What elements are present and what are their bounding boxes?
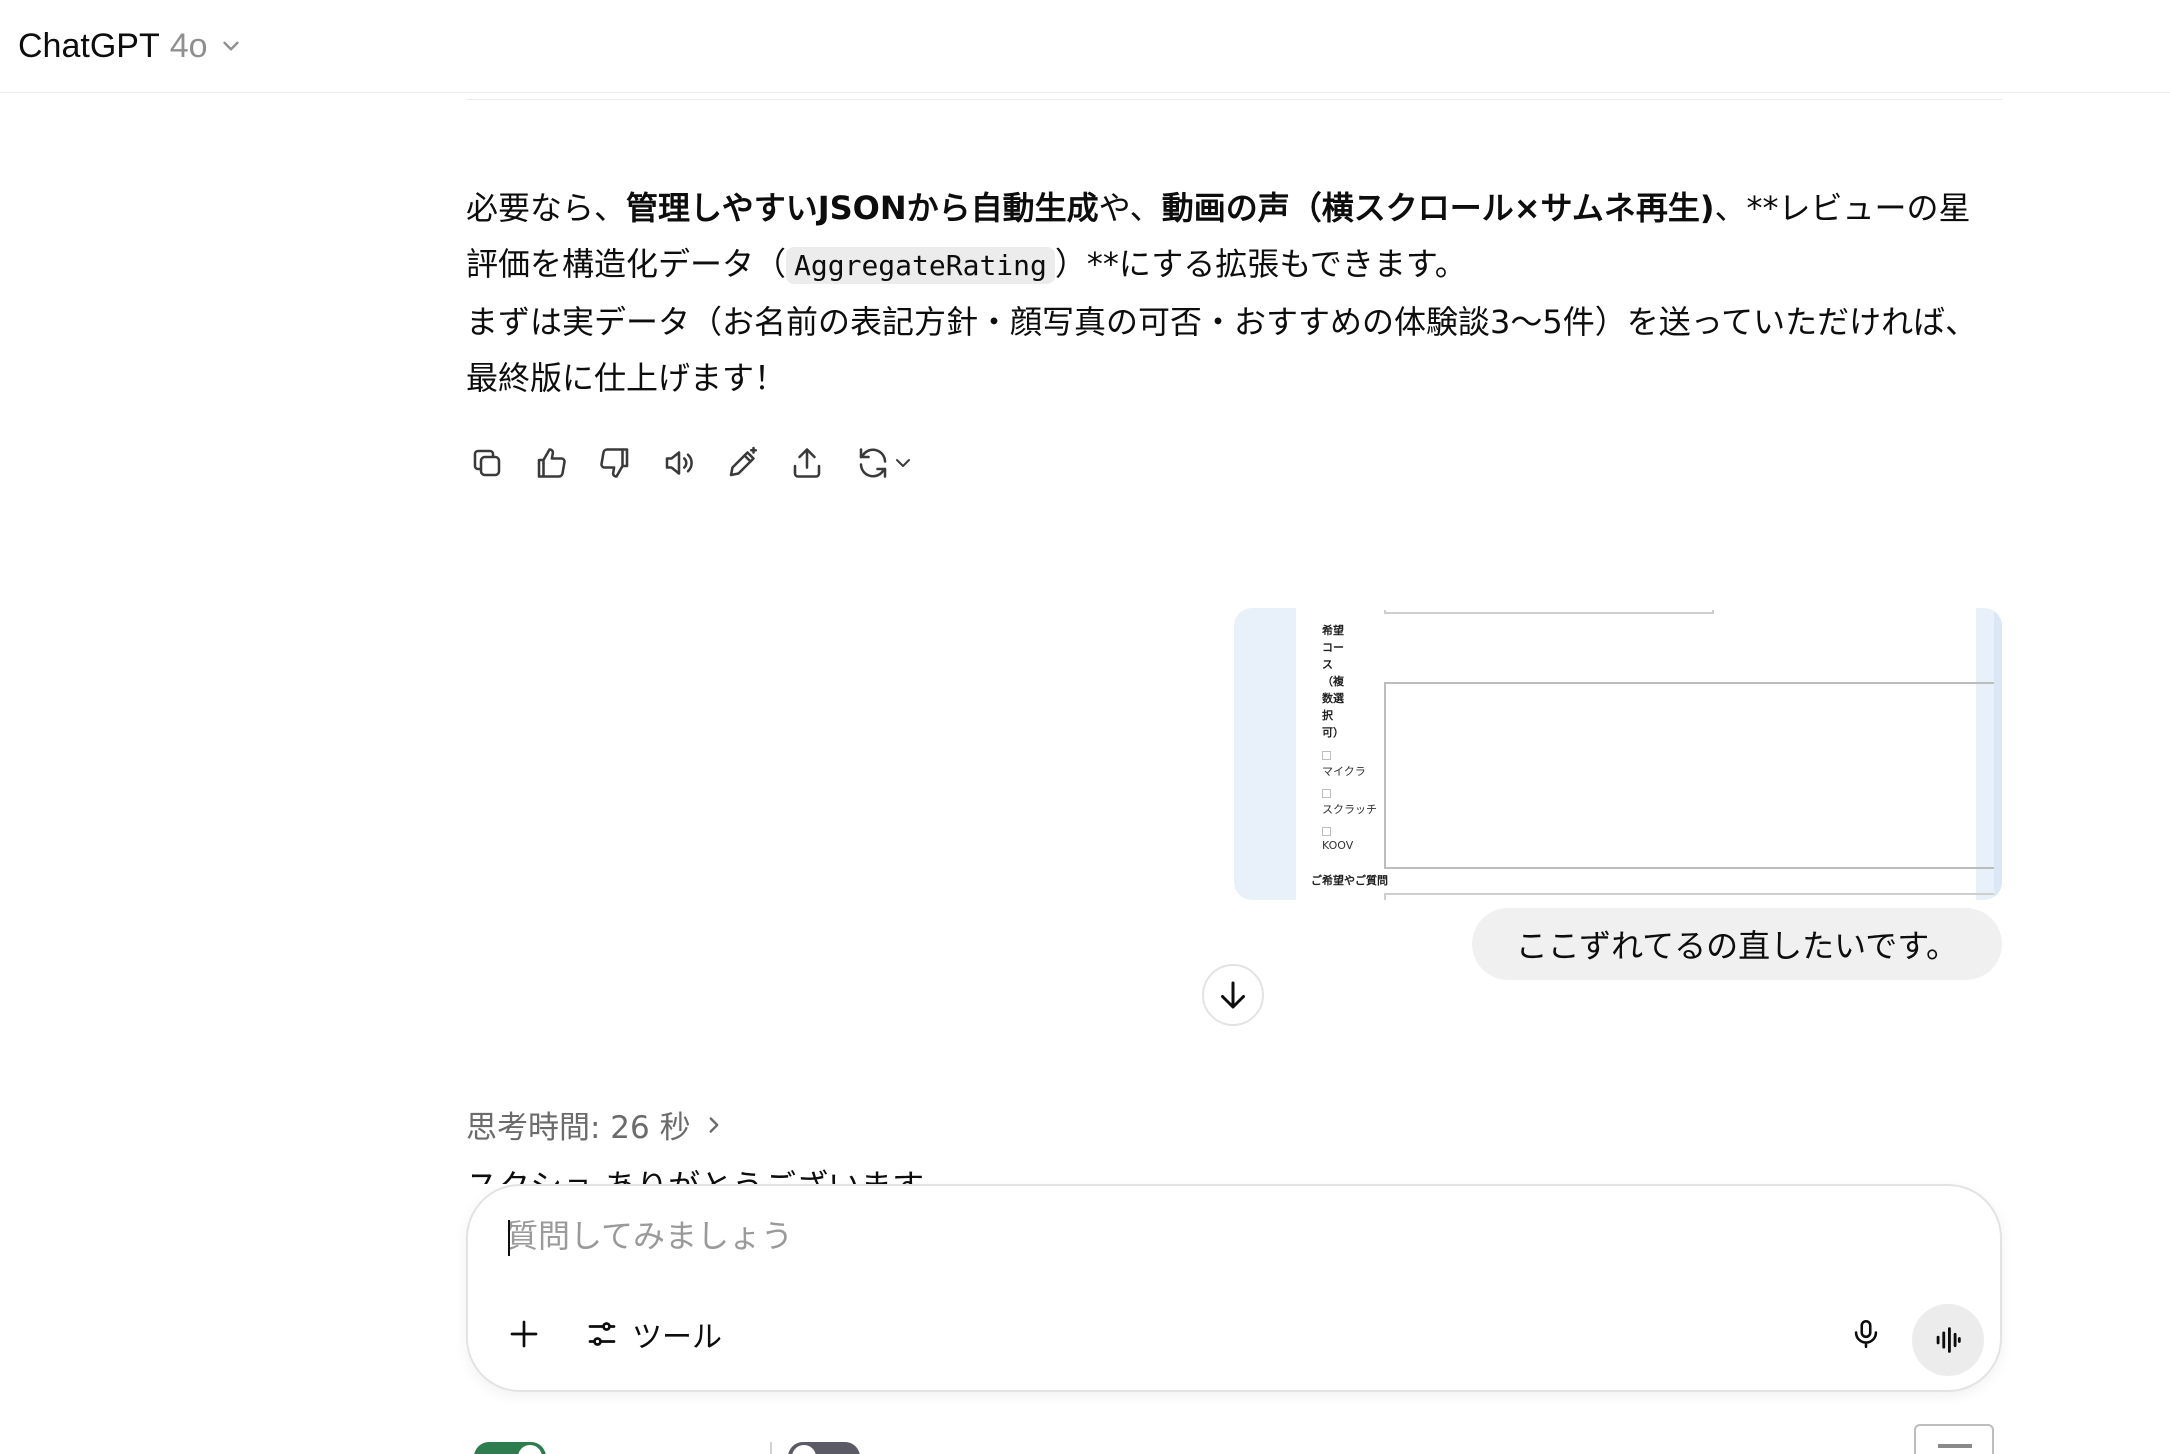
tools-label: ツール bbox=[632, 1320, 722, 1355]
edit-icon bbox=[729, 446, 758, 477]
copy-button[interactable] bbox=[466, 442, 508, 484]
label-line: 可） bbox=[1322, 726, 1344, 739]
corner-button[interactable] bbox=[1914, 1424, 1994, 1454]
message-divider bbox=[466, 99, 2002, 100]
label-line: ス bbox=[1322, 658, 1333, 671]
label-line: コー bbox=[1322, 641, 1344, 654]
label-line: 数選 bbox=[1322, 692, 1344, 705]
read-aloud-icon bbox=[665, 451, 693, 475]
form-label-course: 希望 コー ス （複 数選 択 可） bbox=[1322, 622, 1344, 741]
checkbox bbox=[1322, 827, 1331, 836]
checkbox bbox=[1322, 789, 1331, 798]
chevron-down-icon bbox=[896, 459, 910, 467]
chat-window: ChatGPT 4o 必要なら、管理しやすいJSONから自動生成や、動画の声（横… bbox=[0, 0, 2170, 1454]
app-name: ChatGPT bbox=[18, 26, 160, 65]
thumbs-up-icon bbox=[537, 448, 566, 478]
toggle-switch[interactable] bbox=[474, 1442, 546, 1454]
option-label: KOOV bbox=[1322, 839, 1354, 852]
label-line: 希望 bbox=[1322, 624, 1344, 637]
plus-icon bbox=[510, 1320, 538, 1348]
share-icon bbox=[793, 448, 821, 478]
message-actions bbox=[466, 440, 920, 486]
text-run: や、 bbox=[1098, 189, 1162, 227]
text-caret bbox=[508, 1220, 510, 1256]
assistant-paragraph-1: 必要なら、管理しやすいJSONから自動生成や、動画の声（横スクロール×サムネ再生… bbox=[466, 180, 2002, 294]
assistant-paragraph-2: まずは実データ（お名前の表記方針・顔写真の可否・おすすめの体験談3〜5件）を送っ… bbox=[466, 303, 1978, 397]
text-run: 必要なら、 bbox=[466, 189, 627, 227]
thinking-time-label: 思考時間: 26 秒 bbox=[466, 1110, 691, 1146]
partial-assistant-text: スクショ ありがとうございます bbox=[466, 1168, 924, 1184]
arrow-down-icon bbox=[1221, 981, 1245, 1009]
model-version: 4o bbox=[169, 26, 208, 65]
prompt-input[interactable] bbox=[506, 1206, 1906, 1266]
regenerate-button[interactable] bbox=[850, 442, 920, 484]
text-run: ）**にする拡張もできます。 bbox=[1054, 245, 1467, 283]
label-line: 択 bbox=[1322, 709, 1333, 722]
regenerate-icon bbox=[859, 448, 887, 478]
form-field-edge bbox=[1384, 610, 1714, 614]
thumbs-up-button[interactable] bbox=[530, 442, 572, 484]
option-label: マイクラ bbox=[1322, 765, 1366, 778]
voice-mode-button[interactable] bbox=[1912, 1304, 1984, 1376]
message-composer: ツール bbox=[466, 1184, 2002, 1392]
add-attachment-button[interactable] bbox=[496, 1306, 552, 1362]
dictate-button[interactable] bbox=[1838, 1306, 1894, 1362]
share-button[interactable] bbox=[786, 442, 828, 484]
checkbox bbox=[1322, 751, 1331, 760]
inline-code: AggregateRating bbox=[786, 247, 1055, 284]
chevron-down-icon bbox=[222, 41, 239, 51]
voice-waveform-icon bbox=[1936, 1327, 1961, 1353]
user-message-bubble: ここずれてるの直したいです。 bbox=[1471, 908, 2002, 980]
form-label-question: ご希望やご質問 bbox=[1311, 874, 1388, 887]
partial-text-line: スクショ ありがとうございます bbox=[466, 1168, 924, 1184]
chevron-right-icon bbox=[709, 1116, 719, 1133]
microphone-icon bbox=[1854, 1319, 1878, 1349]
label-line: （複 bbox=[1322, 675, 1344, 688]
thumbs-down-icon bbox=[600, 448, 629, 478]
bold-text: 動画の声（横スクロール×サムネ再生) bbox=[1161, 189, 1715, 227]
course-options-box bbox=[1384, 682, 2002, 869]
scroll-to-bottom-button[interactable] bbox=[1202, 964, 1264, 1026]
attached-screenshot[interactable]: 希望 コー ス （複 数選 択 可） マイクラ スクラッチ KOOV ご希望やご… bbox=[1234, 608, 2002, 900]
edit-button[interactable] bbox=[722, 442, 764, 484]
top-bar: ChatGPT 4o bbox=[0, 0, 2170, 93]
copy-icon bbox=[473, 449, 501, 477]
bold-text: 管理しやすいJSONから自動生成 bbox=[626, 189, 1099, 227]
screenshot-content: 希望 コー ス （複 数選 択 可） マイクラ スクラッチ KOOV ご希望やご… bbox=[1296, 608, 2002, 900]
toggle-switch[interactable] bbox=[788, 1442, 860, 1454]
sliders-icon bbox=[588, 1322, 616, 1346]
form-field-edge bbox=[1384, 893, 2002, 900]
option-label: スクラッチ bbox=[1322, 803, 1377, 816]
tools-button[interactable]: ツール bbox=[572, 1306, 734, 1362]
read-aloud-button[interactable] bbox=[658, 442, 700, 484]
screenshot-scrollbar bbox=[1994, 608, 2002, 900]
assistant-message: 必要なら、管理しやすいJSONから自動生成や、動画の声（横スクロール×サムネ再生… bbox=[466, 180, 2002, 406]
thinking-time-toggle[interactable]: 思考時間: 26 秒 bbox=[466, 1102, 727, 1147]
model-selector[interactable]: ChatGPT 4o bbox=[18, 27, 244, 66]
thumbs-down-button[interactable] bbox=[594, 442, 636, 484]
footer-divider bbox=[770, 1442, 772, 1454]
